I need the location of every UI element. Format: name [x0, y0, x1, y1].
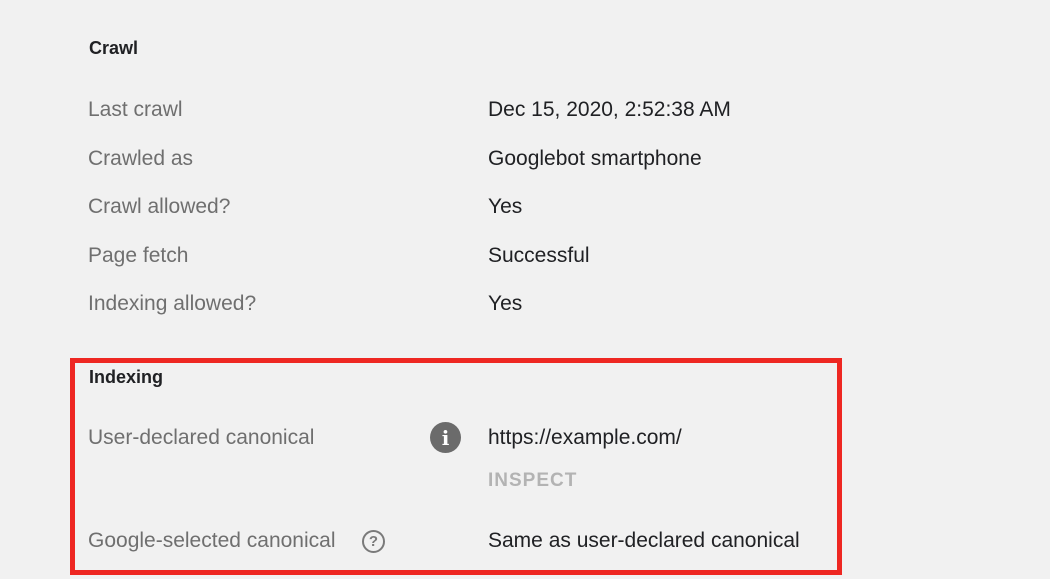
last-crawl-label: Last crawl: [88, 98, 183, 121]
crawled-as-value: Googlebot smartphone: [488, 147, 702, 170]
indexing-allowed-label: Indexing allowed?: [88, 292, 257, 315]
crawl-section-title: Crawl: [89, 38, 139, 58]
indexing-section-title: Indexing: [89, 367, 164, 387]
info-icon[interactable]: i: [430, 422, 461, 453]
user-declared-canonical-label: User-declared canonical: [88, 426, 315, 449]
page-fetch-value: Successful: [488, 244, 590, 267]
help-icon[interactable]: ?: [362, 530, 385, 553]
indexing-allowed-value: Yes: [488, 292, 523, 315]
page-fetch-label: Page fetch: [88, 244, 189, 267]
google-selected-canonical-value: Same as user-declared canonical: [488, 529, 800, 552]
last-crawl-value: Dec 15, 2020, 2:52:38 AM: [488, 98, 731, 121]
user-declared-canonical-value: https://example.com/: [488, 426, 682, 449]
crawled-as-label: Crawled as: [88, 147, 194, 170]
crawl-allowed-label: Crawl allowed?: [88, 195, 231, 218]
inspect-button[interactable]: INSPECT: [488, 470, 577, 492]
google-selected-canonical-label: Google-selected canonical: [88, 529, 336, 552]
crawl-allowed-value: Yes: [488, 195, 523, 218]
